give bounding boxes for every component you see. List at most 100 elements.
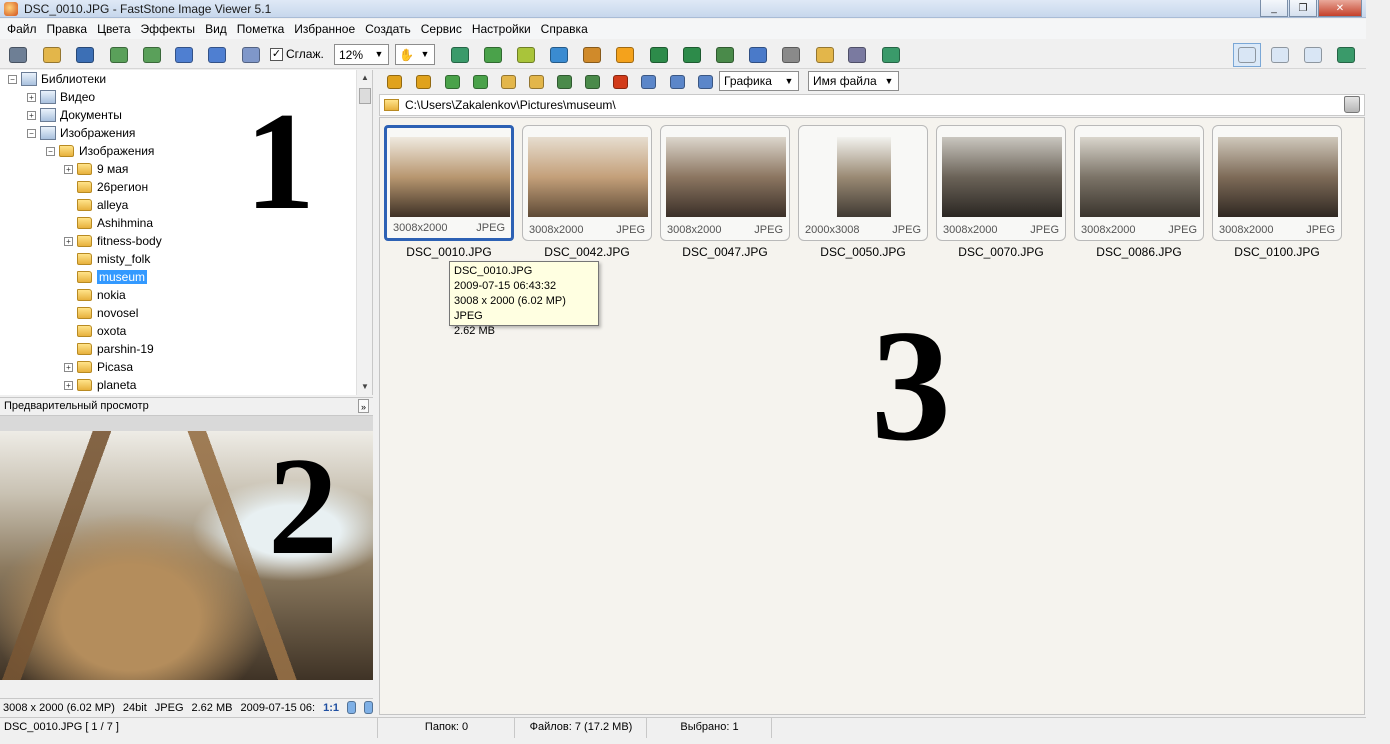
rotate-left-button[interactable] [648,44,670,65]
preview-view-button[interactable] [1266,43,1294,67]
forward-button[interactable] [412,71,434,92]
print-button[interactable] [846,44,868,65]
new-folder-button[interactable] [497,71,519,92]
path-bar[interactable]: C:\Users\Zakalenkov\Pictures\museum\ ▼ [379,94,1365,116]
thumbnail-card[interactable]: 3008x2000 JPEG [1212,125,1342,241]
email-button[interactable] [814,44,836,65]
tree-item[interactable]: − Изображения [46,142,154,160]
favorites-button[interactable] [525,71,547,92]
move-to-button[interactable] [581,71,603,92]
zoom-ratio[interactable]: 1:1 [323,702,339,714]
brightness-button[interactable] [614,44,636,65]
menu-colors[interactable]: Цвета [92,19,135,39]
thumbnail-filename[interactable]: DSC_0086.JPG [1074,245,1204,259]
tree-item[interactable]: + planeta [64,376,136,394]
tree-item[interactable]: + Видео [27,88,95,106]
back-button[interactable] [383,71,405,92]
tree-item[interactable]: museum [64,268,148,286]
maximize-button[interactable]: ❐ [1289,0,1317,17]
menu-view[interactable]: Вид [200,19,232,39]
folder-tree[interactable]: + planeta + Picasa parshin-19 oxota novosel nok… [0,70,373,395]
menu-favorites[interactable]: Избранное [289,19,360,39]
fit-window-icon[interactable] [347,701,356,714]
fullscreen-view-button[interactable] [1332,43,1360,67]
tree-item[interactable]: + Документы [27,106,122,124]
thumbnail-filename[interactable]: DSC_0010.JPG [384,245,514,259]
expand-icon[interactable]: + [27,92,36,102]
rotate-right-button[interactable] [681,44,703,65]
menu-tag[interactable]: Пометка [232,19,290,39]
refresh-button[interactable] [469,71,491,92]
thumbnail-filename[interactable]: DSC_0042.JPG [522,245,652,259]
tree-item[interactable]: − Изображения [27,124,135,142]
expand-icon[interactable]: + [64,164,73,174]
close-button[interactable]: ✕ [1318,0,1362,17]
tree-item[interactable]: 26регион [64,178,148,196]
checklist-button[interactable] [880,44,902,65]
path-value[interactable]: C:\Users\Zakalenkov\Pictures\museum\ [405,98,616,112]
thumbnail-card[interactable]: 3008x2000 JPEG [522,125,652,241]
fullscreen-icon[interactable] [364,701,373,714]
file-filter-select[interactable]: Графика ▼ [719,71,799,91]
thumbnail-card[interactable]: 2000x3008 JPEG [798,125,928,241]
tree-scrollbar[interactable]: ▲ ▼ [356,70,372,395]
smooth-checkbox[interactable]: ✓ [270,47,283,61]
delete-button[interactable] [609,71,631,92]
thumbnails-view-button[interactable] [637,71,659,92]
menu-tools[interactable]: Сервис [416,19,467,39]
list-view-button[interactable] [666,71,688,92]
thumbnail-filename[interactable]: DSC_0047.JPG [660,245,790,259]
slideshow-button[interactable] [449,44,471,65]
zoom-in-button[interactable] [173,44,195,65]
sort-select[interactable]: Имя файла ▼ [808,71,899,91]
tree-item[interactable]: alleya [64,196,128,214]
open-folder-button[interactable] [41,44,63,65]
expand-icon[interactable]: + [64,380,73,390]
compare-button[interactable] [714,44,736,65]
menu-edit[interactable]: Правка [42,19,93,39]
scroll-up-icon[interactable]: ▲ [357,70,372,86]
tree-item[interactable]: misty_folk [64,250,150,268]
zoom-select[interactable]: 12% ▼ [334,44,389,65]
import-button[interactable] [482,44,504,65]
save-button[interactable] [74,44,96,65]
copy-to-button[interactable] [553,71,575,92]
tool-mode-select[interactable]: ✋ ▼ [395,44,435,65]
thumbnail-browser[interactable]: 3 3008x2000 JPEG DSC_0010.JPG 3008x2000 JPEG… [379,117,1365,715]
thumbnail-card[interactable]: 3008x2000 JPEG [384,125,514,241]
tree-item[interactable]: novosel [64,304,138,322]
tree-item[interactable]: + fitness-body [64,232,162,250]
expand-icon[interactable]: + [64,362,73,372]
scroll-down-icon[interactable]: ▼ [357,379,372,395]
crop-button[interactable] [515,44,537,65]
thumbnail-card[interactable]: 3008x2000 JPEG [936,125,1066,241]
details-view-button[interactable] [694,71,716,92]
tree-item[interactable]: Ashihmina [64,214,153,232]
tree-item[interactable]: oxota [64,322,126,340]
browser-view-button[interactable] [1233,43,1261,67]
tree-item[interactable]: − Библиотеки [8,70,106,88]
collapse-icon[interactable]: − [46,146,55,156]
collapse-icon[interactable]: − [8,74,17,84]
menu-create[interactable]: Создать [360,19,416,39]
menu-help[interactable]: Справка [536,19,593,39]
portrait-view-button[interactable] [1299,43,1327,67]
capture-button[interactable] [747,44,769,65]
thumbnail-card[interactable]: 3008x2000 JPEG [660,125,790,241]
menu-settings[interactable]: Настройки [467,19,536,39]
tree-item[interactable]: + Picasa [64,358,133,376]
tree-item[interactable]: +9 мая [64,160,128,178]
camera-button[interactable] [7,44,29,65]
tree-item[interactable]: nokia [64,286,126,304]
color-button[interactable] [581,44,603,65]
expand-icon[interactable]: + [27,110,36,120]
next-image-button[interactable] [141,44,163,65]
prev-image-button[interactable] [108,44,130,65]
menu-file[interactable]: Файл [2,19,42,39]
minimize-button[interactable]: _ [1260,0,1288,17]
expand-icon[interactable]: + [64,236,73,246]
resize-button[interactable] [548,44,570,65]
tree-item[interactable]: parshin-19 [64,340,154,358]
recycle-bin-icon[interactable] [1344,96,1360,113]
up-folder-button[interactable] [441,71,463,92]
